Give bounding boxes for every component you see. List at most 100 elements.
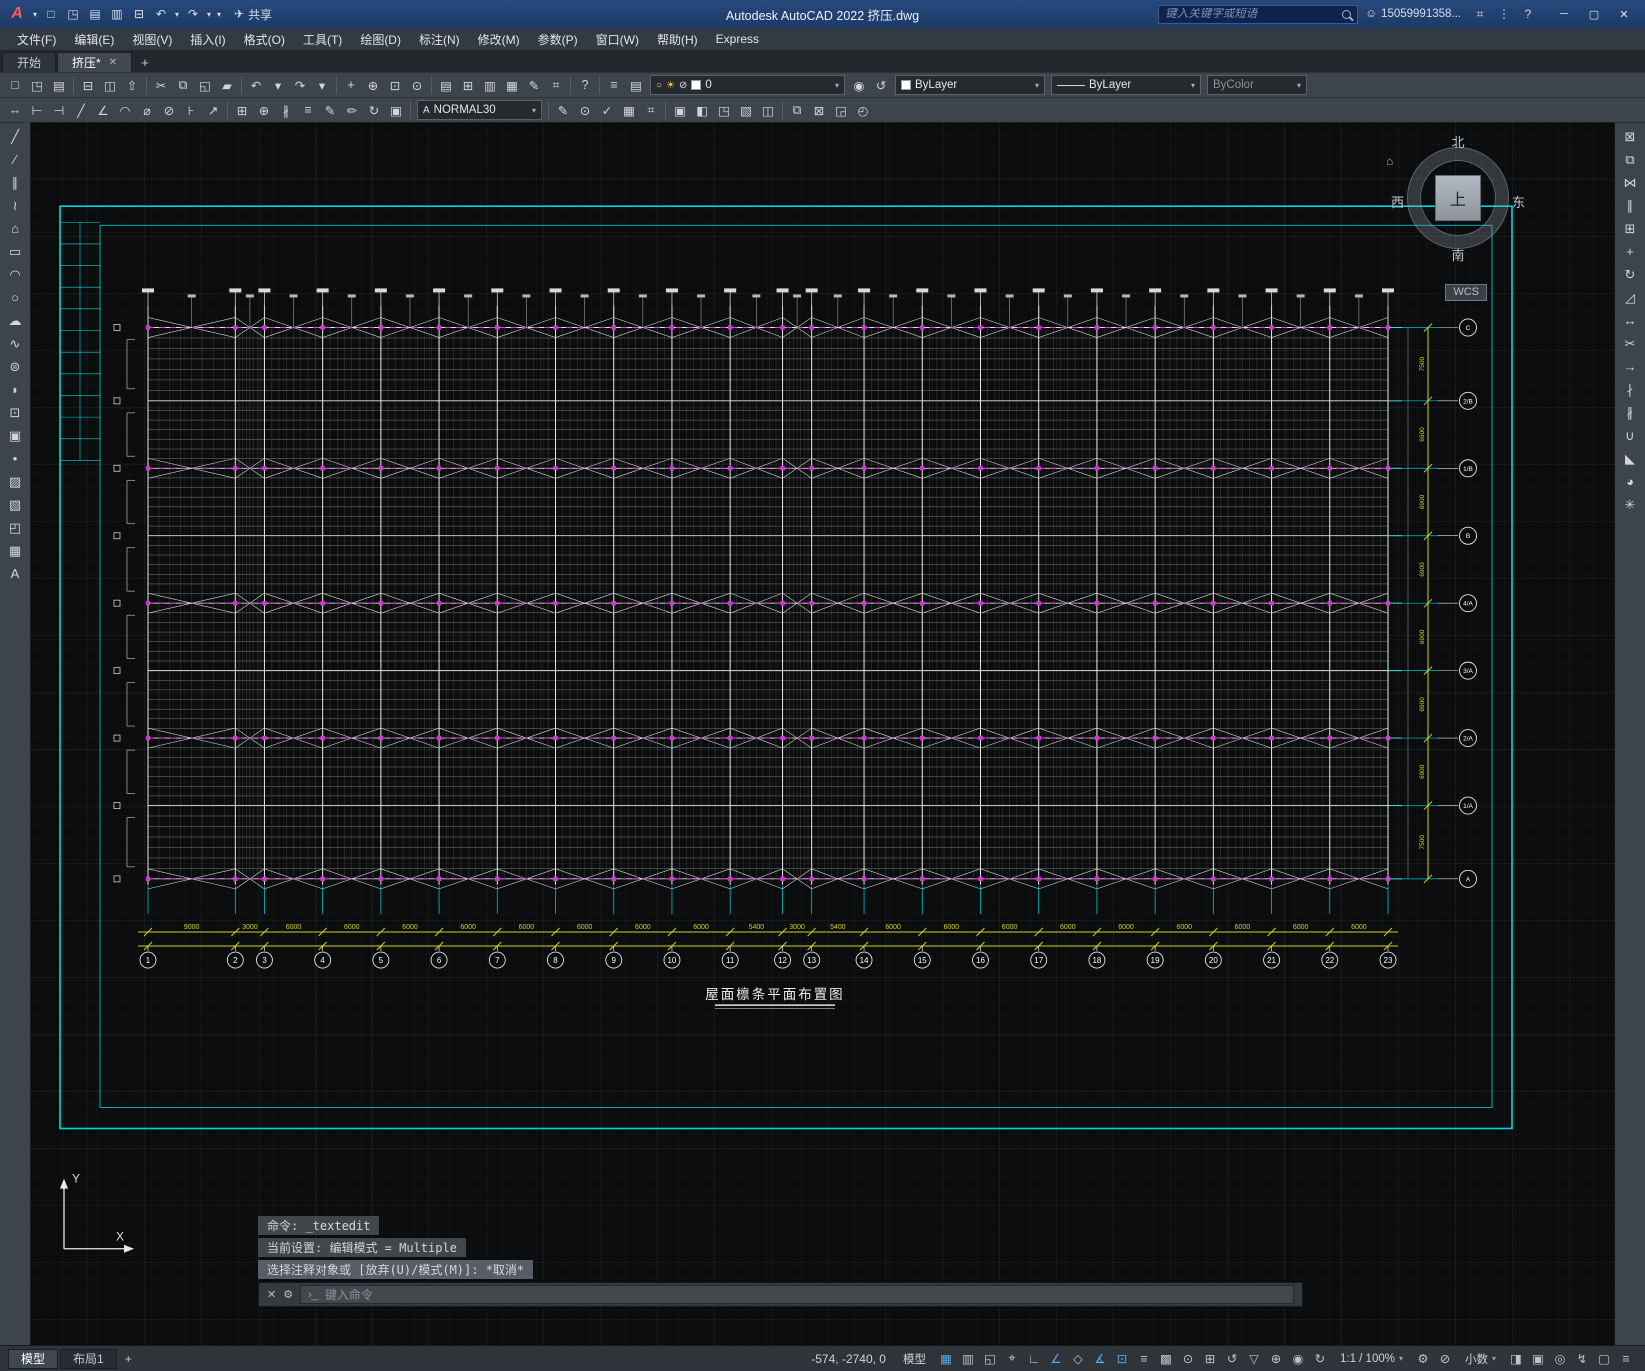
command-close-icon[interactable]: ✕	[267, 1288, 276, 1301]
group-icon[interactable]: ⧉	[786, 99, 808, 121]
dimension-space-icon[interactable]: ≡	[297, 99, 319, 121]
menubar-item[interactable]: 插入(I)	[181, 28, 234, 50]
infer-constraints-icon[interactable]: ◱	[979, 1348, 1001, 1370]
lineweight-icon[interactable]: ≡	[1133, 1348, 1155, 1370]
drawing-canvas[interactable]: 9000 3000 6000 6000 6000 6000 6000 6000 6000 6000…	[30, 122, 1615, 1345]
scale-icon[interactable]: ◿	[1618, 287, 1642, 308]
undo-caret-icon[interactable]: ▾	[172, 4, 182, 24]
annotation-monitor-icon[interactable]: ⊘	[1434, 1348, 1456, 1370]
workspace-gear-icon[interactable]: ⚙	[1412, 1348, 1434, 1370]
dynamic-input-icon[interactable]: ⌖	[1001, 1348, 1023, 1370]
view-cube[interactable]: ⌂ 北 西 上 东 南	[1386, 132, 1525, 264]
circle-icon[interactable]: ○	[3, 287, 27, 308]
undo-caret-icon[interactable]: ▾	[267, 74, 289, 96]
point-icon[interactable]: •	[3, 448, 27, 469]
undo-icon[interactable]: ↶	[150, 4, 172, 24]
lock-ui-icon[interactable]: ▣	[1527, 1348, 1549, 1370]
ortho-icon[interactable]: ∟	[1023, 1348, 1045, 1370]
explode-icon[interactable]: ✳	[1618, 494, 1642, 515]
zoom-realtime-icon[interactable]: ⊕	[362, 74, 384, 96]
qat-customize-caret-icon[interactable]: ▾	[214, 4, 224, 24]
insert-field-icon[interactable]: ⌗	[640, 99, 662, 121]
layer-states-icon[interactable]: ▤	[625, 74, 647, 96]
menubar-item[interactable]: 窗口(W)	[587, 28, 648, 50]
menubar-item[interactable]: 格式(O)	[235, 28, 294, 50]
model-tab[interactable]: 模型	[8, 1348, 59, 1369]
dimension-style-icon[interactable]: ▣	[385, 99, 407, 121]
open-icon[interactable]: ◳	[62, 4, 84, 24]
isodraft-icon[interactable]: ◇	[1067, 1348, 1089, 1370]
units-button[interactable]: 小数 ▾	[1458, 1349, 1503, 1369]
search-input[interactable]	[1165, 8, 1337, 20]
plot-preview-icon[interactable]: ◫	[99, 74, 121, 96]
spell-check-icon[interactable]: ✓	[596, 99, 618, 121]
object-snap-tracking-icon[interactable]: ∡	[1089, 1348, 1111, 1370]
grid-icon[interactable]: ▦	[935, 1348, 957, 1370]
gradient-icon[interactable]: ▧	[3, 494, 27, 515]
help-icon[interactable]: ?	[1516, 4, 1540, 24]
menubar-item[interactable]: 绘图(D)	[351, 28, 410, 50]
help-icon[interactable]: ?	[574, 74, 596, 96]
menubar-item[interactable]: 编辑(E)	[65, 28, 123, 50]
attach-image-icon[interactable]: ▧	[735, 99, 757, 121]
offset-icon[interactable]: ∥	[1618, 195, 1642, 216]
line-icon[interactable]: ╱	[3, 126, 27, 147]
qnew-icon[interactable]: □	[4, 74, 26, 96]
app-menu-caret-icon[interactable]: ▾	[30, 4, 40, 24]
revision-cloud-icon[interactable]: ☁	[3, 310, 27, 331]
text-style-dropdown[interactable]: A NORMAL30 ▾	[417, 100, 542, 120]
extend-icon[interactable]: →	[1618, 356, 1642, 377]
copy-icon[interactable]: ⧉	[172, 74, 194, 96]
menubar-item[interactable]: 工具(T)	[294, 28, 351, 50]
plot-style-dropdown[interactable]: ByColor ▾	[1207, 75, 1307, 95]
table-icon[interactable]: ▦	[618, 99, 640, 121]
layout1-tab[interactable]: 布局1	[60, 1348, 117, 1369]
send-to-back-icon[interactable]: ◴	[852, 99, 874, 121]
region-icon[interactable]: ◰	[3, 517, 27, 538]
menubar-item[interactable]: Express	[707, 28, 768, 50]
join-icon[interactable]: ∪	[1618, 425, 1642, 446]
ellipse-arc-icon[interactable]: ◗	[3, 379, 27, 400]
plot-icon[interactable]: ⊟	[77, 74, 99, 96]
dynamic-ucs-icon[interactable]: ↺	[1221, 1348, 1243, 1370]
block-editor-icon[interactable]: ▣	[669, 99, 691, 121]
multiline-icon[interactable]: ∥	[3, 172, 27, 193]
diameter-dimension-icon[interactable]: ⊘	[158, 99, 180, 121]
move-icon[interactable]: +	[1618, 241, 1642, 262]
stretch-icon[interactable]: ↔	[1618, 310, 1642, 331]
center-mark-icon[interactable]: ⊕	[253, 99, 275, 121]
maximize-button[interactable]: ▢	[1579, 3, 1609, 25]
ole-object-icon[interactable]: ◫	[757, 99, 779, 121]
quick-dimension-icon[interactable]: ⊢	[26, 99, 48, 121]
polar-tracking-icon[interactable]: ∠	[1045, 1348, 1067, 1370]
zoom-window-icon[interactable]: ⊡	[384, 74, 406, 96]
polygon-icon[interactable]: ⌂	[3, 218, 27, 239]
tolerance-icon[interactable]: ⊞	[231, 99, 253, 121]
close-button[interactable]: ✕	[1609, 3, 1639, 25]
viewcube-south[interactable]: 南	[1451, 245, 1464, 264]
paste-icon[interactable]: ◱	[194, 74, 216, 96]
share-button[interactable]: ✈ 共享	[226, 6, 280, 23]
command-customize-icon[interactable]: ⚙	[283, 1288, 293, 1301]
make-block-icon[interactable]: ▣	[3, 425, 27, 446]
save-as-icon[interactable]: ▥	[106, 4, 128, 24]
viewcube-west[interactable]: 西	[1391, 192, 1404, 211]
command-input[interactable]	[324, 1287, 1286, 1302]
selection-filter-icon[interactable]: ▽	[1243, 1348, 1265, 1370]
polyline-icon[interactable]: ≀	[3, 195, 27, 216]
linear-dimension-icon[interactable]: ⊣	[48, 99, 70, 121]
redo-caret-icon[interactable]: ▾	[204, 4, 214, 24]
annotation-autoscale-icon[interactable]: ↻	[1309, 1348, 1331, 1370]
quick-calc-icon[interactable]: ⌗	[545, 74, 567, 96]
dimension-break-icon[interactable]: ∦	[275, 99, 297, 121]
menubar-item[interactable]: 文件(F)	[8, 28, 65, 50]
gizmo-icon[interactable]: ⊕	[1265, 1348, 1287, 1370]
app-logo[interactable]: A	[6, 4, 28, 24]
rotate-icon[interactable]: ↻	[1618, 264, 1642, 285]
tab-drawing[interactable]: 挤压* ✕	[57, 52, 133, 72]
publish-icon[interactable]: ⇧	[121, 74, 143, 96]
cut-icon[interactable]: ✂	[150, 74, 172, 96]
ordinate-icon[interactable]: ⊦	[180, 99, 202, 121]
match-properties-icon[interactable]: ▰	[216, 74, 238, 96]
arc-length-icon[interactable]: ◠	[114, 99, 136, 121]
